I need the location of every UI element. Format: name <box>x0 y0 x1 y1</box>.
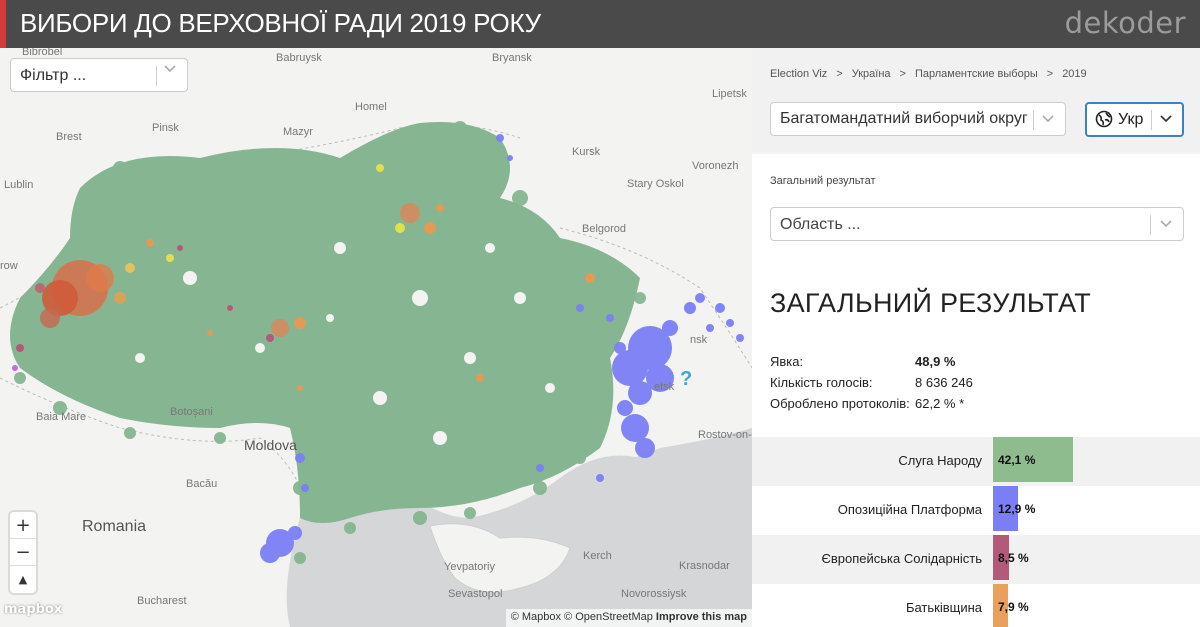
party-row[interactable]: Батьківщина 7,9 % <box>752 584 1200 627</box>
filter-placeholder: Фільтр ... <box>20 67 87 84</box>
breadcrumb-item[interactable]: 2019 <box>1062 68 1086 80</box>
party-value: 12,9 % <box>998 502 1036 516</box>
zoom-out-button[interactable]: − <box>10 539 36 566</box>
mapbox-logo[interactable]: mapbox <box>4 602 62 617</box>
app-header: ВИБОРИ ДО ВЕРХОВНОЇ РАДИ 2019 РОКУ dekod… <box>0 0 1200 48</box>
map-label: Mazyr <box>283 126 313 138</box>
breadcrumb-separator: > <box>899 68 906 80</box>
map-label: Romania <box>82 518 147 535</box>
dekoder-logo[interactable]: dekoder <box>1065 6 1186 40</box>
election-map[interactable]: Bibrobel Babruysk Bryansk Homel Pinsk Ma… <box>0 48 752 627</box>
language-value: Укр <box>1118 111 1144 128</box>
page-title: ВИБОРИ ДО ВЕРХОВНОЇ РАДИ 2019 РОКУ <box>20 8 541 38</box>
map-label: nsk <box>690 334 708 346</box>
party-name: Європейська Солідарність <box>821 551 982 566</box>
map-label: Rostov-on-D <box>698 429 752 441</box>
map-label: Yevpatoriy <box>444 561 495 573</box>
map-label: Kursk <box>572 146 601 158</box>
chevron-down-icon[interactable] <box>1157 109 1175 129</box>
panel-top <box>752 48 1200 154</box>
chevron-down-icon[interactable] <box>1039 109 1057 129</box>
party-name: Опозиційна Платформа <box>837 502 982 517</box>
map-label: Lipetsk <box>712 88 747 100</box>
map-label: row <box>0 260 18 272</box>
breadcrumb-item[interactable]: Election Viz <box>770 68 827 80</box>
region-select[interactable]: Область ... <box>770 207 1184 241</box>
map-label: Novorossiysk <box>621 588 687 600</box>
party-row[interactable]: Європейська Солідарність 8,5 % <box>752 535 1200 584</box>
map-label: Botoșani <box>170 406 213 418</box>
select-divider <box>1150 215 1151 235</box>
party-value: 7,9 % <box>998 600 1029 614</box>
map-label: Pinsk <box>152 122 179 134</box>
map-canvas[interactable] <box>0 48 752 627</box>
select-divider <box>1151 110 1152 130</box>
map-label: Belgorod <box>582 223 627 235</box>
party-name: Батьківщина <box>905 600 982 615</box>
party-results: Слуга Народу 42,1 % Опозиційна Платформа… <box>752 437 1200 627</box>
filter-divider <box>156 66 157 86</box>
breadcrumb-separator: > <box>836 68 843 80</box>
stat-label: Оброблено протоколів: <box>770 396 910 411</box>
map-label: Bacău <box>186 478 218 490</box>
breadcrumb: Election Viz > Україна > Парламентские выбор… <box>770 68 1087 80</box>
results-panel: Election Viz > Україна > Парламентские выбор… <box>752 48 1200 627</box>
map-label: Kerch <box>583 550 612 562</box>
chevron-down-icon[interactable] <box>1157 214 1175 234</box>
section-label: Загальний результат <box>770 175 876 187</box>
map-label: Baia Mare <box>36 411 87 423</box>
map-label: Bryansk <box>492 52 532 64</box>
party-value: 8,5 % <box>998 551 1029 565</box>
result-heading: ЗАГАЛЬНИЙ РЕЗУЛЬТАТ <box>770 288 1092 318</box>
stat-value: 62,2 % * <box>915 396 965 411</box>
zoom-in-button[interactable]: + <box>10 512 36 539</box>
language-select[interactable]: Укр <box>1085 102 1184 137</box>
district-select[interactable]: Багатомандатний виборчий округ <box>770 102 1066 136</box>
green-mass <box>10 122 640 523</box>
map-label: Stary Oskol <box>627 178 684 190</box>
help-icon[interactable]: ? <box>680 368 692 391</box>
party-name: Слуга Народу <box>898 453 982 468</box>
map-filter-select[interactable]: Фільтр ... <box>10 58 188 92</box>
select-divider <box>1033 110 1034 130</box>
attribution-text[interactable]: © Mapbox © OpenStreetMap <box>511 611 653 623</box>
stat-label: Кількість голосів: <box>770 375 873 390</box>
party-row[interactable]: Слуга Народу 42,1 % <box>752 437 1200 486</box>
map-label: Moldova <box>244 437 297 453</box>
chevron-down-icon[interactable] <box>164 65 182 85</box>
breadcrumb-item[interactable]: Україна <box>852 68 891 80</box>
map-label: Homel <box>355 101 387 113</box>
map-label: Krasnodar <box>679 560 730 572</box>
district-select-value: Багатомандатний виборчий округ <box>780 110 1028 127</box>
stat-label: Явка: <box>770 354 804 369</box>
map-label: Bucharest <box>137 595 187 607</box>
map-label: Babruysk <box>276 52 322 64</box>
breadcrumb-separator: > <box>1046 68 1054 80</box>
map-label: etsk <box>654 381 675 393</box>
breadcrumb-item[interactable]: Парламентские выборы <box>915 68 1038 80</box>
map-label: Brest <box>56 131 82 143</box>
map-label: Bibrobel <box>22 48 63 58</box>
compass-button[interactable]: ▲ <box>10 566 36 593</box>
party-row[interactable]: Опозиційна Платформа 12,9 % <box>752 486 1200 535</box>
map-label: Sevastopol <box>448 588 503 600</box>
map-attribution: © Mapbox © OpenStreetMap Improve this ma… <box>505 609 752 627</box>
globe-icon <box>1095 110 1113 133</box>
map-label: Lublin <box>4 179 34 191</box>
map-label: Voronezh <box>692 160 739 172</box>
party-value: 42,1 % <box>998 453 1036 467</box>
improve-map-link[interactable]: Improve this map <box>656 611 747 623</box>
header-accent <box>0 0 6 48</box>
region-placeholder: Область ... <box>780 216 861 233</box>
stat-value: 8 636 246 <box>915 375 973 390</box>
zoom-controls: + − ▲ <box>10 512 36 593</box>
stat-value: 48,9 % <box>915 354 956 369</box>
